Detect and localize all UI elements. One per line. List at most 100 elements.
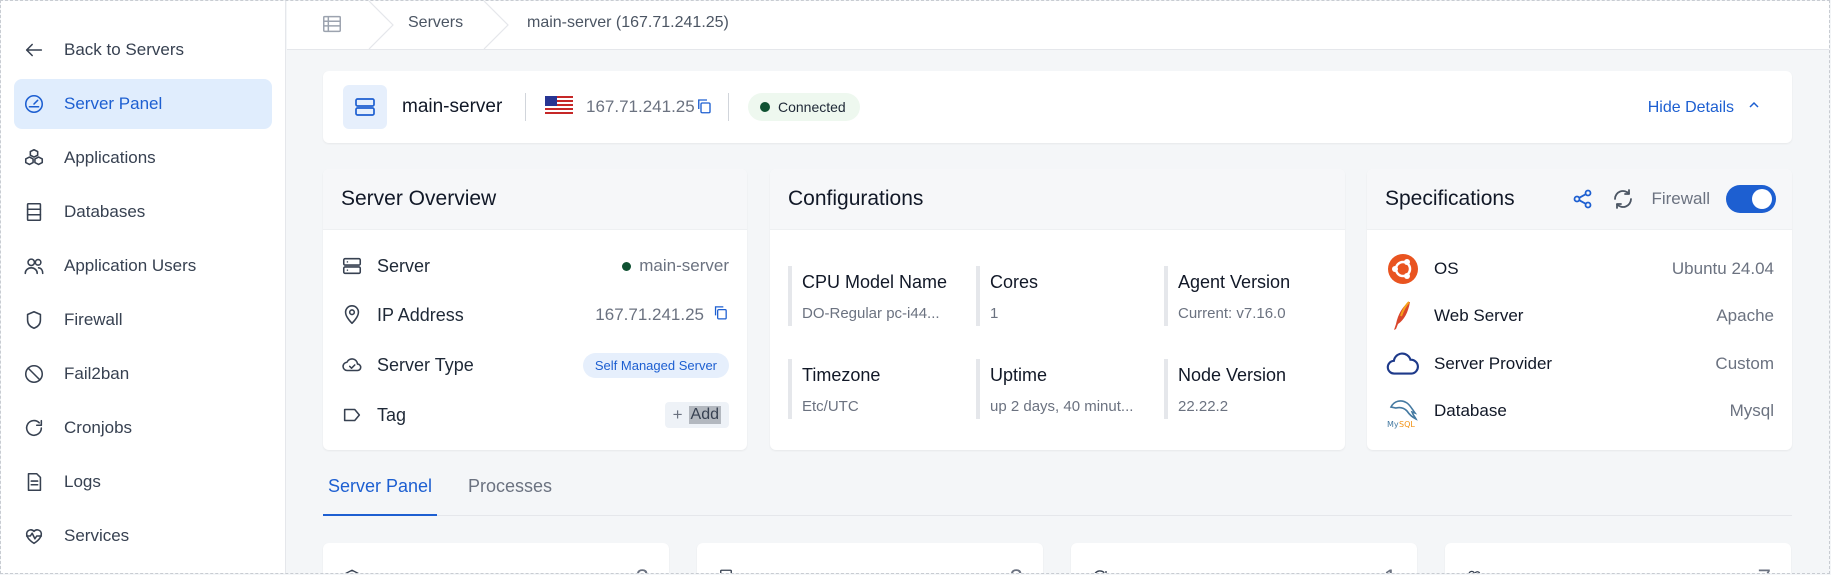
sidebar: Back to Servers Server Panel Application… bbox=[1, 1, 286, 573]
specifications-card: Specifications Firewall OS Ubuntu 24.04 … bbox=[1367, 169, 1792, 450]
spec-label: Web Server bbox=[1434, 306, 1524, 325]
sidebar-item-logs[interactable]: Logs bbox=[14, 457, 272, 507]
database-icon bbox=[22, 200, 46, 224]
sidebar-item-server-panel[interactable]: Server Panel bbox=[14, 79, 272, 129]
sidebar-item-applications[interactable]: Applications bbox=[14, 133, 272, 183]
add-tag-button[interactable]: + Add bbox=[664, 402, 729, 428]
hide-details-button[interactable]: Hide Details bbox=[1648, 97, 1762, 118]
plus-icon: + bbox=[672, 405, 683, 424]
users-icon bbox=[22, 254, 46, 278]
row-value: main-server bbox=[639, 256, 729, 275]
config-label: Timezone bbox=[802, 365, 881, 385]
overview-row-server-type: Server Type Self Managed Server bbox=[341, 350, 729, 380]
cubes-icon bbox=[22, 146, 46, 170]
share-icon[interactable] bbox=[1571, 187, 1595, 211]
active-tab-indicator bbox=[323, 514, 437, 516]
config-value: Etc/UTC bbox=[802, 398, 859, 415]
add-label: Add bbox=[688, 406, 721, 424]
server-overview-card: Server Overview Server main-server IP Ad… bbox=[323, 169, 747, 450]
status-text: Connected bbox=[778, 99, 846, 115]
cube-icon bbox=[343, 568, 361, 573]
row-label: Server bbox=[377, 255, 431, 276]
spec-row-os: OS Ubuntu 24.04 bbox=[1385, 251, 1774, 287]
refresh-icon bbox=[1091, 568, 1109, 573]
breadcrumb-separator-icon bbox=[482, 1, 510, 50]
stat-count: 3 bbox=[636, 565, 649, 573]
spec-label: OS bbox=[1434, 259, 1459, 278]
sidebar-item-back-to-servers[interactable]: Back to Servers bbox=[14, 25, 272, 75]
stat-card-cronjobs[interactable]: 1 bbox=[1071, 543, 1417, 573]
config-label: Node Version bbox=[1178, 365, 1287, 385]
copy-icon[interactable] bbox=[695, 97, 713, 115]
row-label: Tag bbox=[377, 404, 407, 425]
overview-row-ip: IP Address 167.71.241.25 bbox=[341, 300, 729, 330]
sidebar-item-label: Services bbox=[64, 526, 130, 545]
svg-text:My: My bbox=[1387, 420, 1399, 429]
config-value: 22.22.2 bbox=[1178, 398, 1229, 415]
config-cpu-model: CPU Model Name DO-Regular pc-i44... bbox=[788, 266, 952, 326]
config-uptime: Uptime up 2 days, 40 minut... bbox=[976, 359, 1140, 419]
sidebar-item-label: Server Panel bbox=[64, 94, 163, 113]
sidebar-item-services[interactable]: Services bbox=[14, 511, 272, 561]
toggle-knob bbox=[1752, 189, 1772, 209]
status-dot bbox=[760, 102, 770, 112]
location-pin-icon bbox=[341, 304, 363, 326]
tag-icon bbox=[341, 404, 363, 426]
firewall-toggle[interactable] bbox=[1726, 185, 1776, 213]
spec-value: Custom bbox=[1715, 354, 1774, 373]
config-value: up 2 days, 40 minut... bbox=[990, 398, 1134, 415]
copy-icon[interactable] bbox=[712, 304, 729, 326]
tab-server-panel[interactable]: Server Panel bbox=[328, 476, 432, 497]
stat-count: 3 bbox=[1010, 565, 1023, 573]
stat-card-users[interactable]: 7 bbox=[1445, 543, 1791, 573]
tab-bar: Server Panel Processes bbox=[323, 471, 1792, 516]
stat-card-databases[interactable]: 3 bbox=[697, 543, 1043, 573]
chevron-up-icon bbox=[1746, 97, 1762, 118]
server-name: main-server bbox=[402, 96, 503, 117]
breadcrumb-servers-link[interactable]: Servers bbox=[408, 14, 463, 32]
spec-row-server-provider: Server Provider Custom bbox=[1385, 346, 1774, 382]
config-label: Agent Version bbox=[1178, 272, 1291, 292]
config-value: DO-Regular pc-i44... bbox=[802, 305, 940, 322]
stat-card-applications[interactable]: 3 bbox=[323, 543, 669, 573]
firewall-label: Firewall bbox=[1651, 189, 1710, 208]
breadcrumb-separator-icon bbox=[367, 1, 395, 50]
server-type-badge: Self Managed Server bbox=[582, 352, 729, 378]
config-cores: Cores 1 bbox=[976, 266, 1140, 326]
sidebar-item-label: Logs bbox=[64, 472, 101, 491]
stat-count: 7 bbox=[1758, 565, 1771, 573]
table-icon[interactable] bbox=[321, 13, 343, 35]
card-title: Specifications bbox=[1385, 187, 1515, 210]
config-value: Current: v7.16.0 bbox=[1178, 305, 1286, 322]
document-icon bbox=[22, 470, 46, 494]
config-node-version: Node Version 22.22.2 bbox=[1164, 359, 1328, 419]
spec-value: Apache bbox=[1716, 306, 1774, 325]
refresh-icon[interactable] bbox=[1611, 187, 1635, 211]
breadcrumb: Servers main-server (167.71.241.25) bbox=[287, 1, 1829, 50]
spec-label: Database bbox=[1434, 401, 1507, 420]
mysql-icon: My SQL bbox=[1385, 393, 1421, 429]
server-icon bbox=[343, 85, 387, 129]
config-timezone: Timezone Etc/UTC bbox=[788, 359, 952, 419]
status-badge: Connected bbox=[748, 93, 860, 121]
sidebar-item-fail2ban[interactable]: Fail2ban bbox=[14, 349, 272, 399]
server-header-card: main-server 167.71.241.25 Connected Hide… bbox=[323, 71, 1792, 143]
sidebar-item-application-users[interactable]: Application Users bbox=[14, 241, 272, 291]
shield-icon bbox=[22, 308, 46, 332]
sidebar-item-firewall[interactable]: Firewall bbox=[14, 295, 272, 345]
sidebar-item-label: Back to Servers bbox=[64, 40, 184, 59]
divider bbox=[728, 93, 729, 121]
sidebar-item-databases[interactable]: Databases bbox=[14, 187, 272, 237]
server-icon bbox=[341, 255, 363, 277]
config-value: 1 bbox=[990, 305, 999, 322]
sidebar-item-label: Applications bbox=[64, 148, 156, 167]
row-label: IP Address bbox=[377, 304, 464, 325]
config-label: Cores bbox=[990, 272, 1039, 292]
sidebar-item-cronjobs[interactable]: Cronjobs bbox=[14, 403, 272, 453]
cloud-check-icon bbox=[341, 354, 363, 376]
heartbeat-icon bbox=[22, 524, 46, 548]
card-title: Configurations bbox=[788, 187, 924, 210]
spec-value: Mysql bbox=[1729, 401, 1774, 420]
status-dot bbox=[622, 261, 632, 271]
tab-processes[interactable]: Processes bbox=[468, 476, 552, 497]
